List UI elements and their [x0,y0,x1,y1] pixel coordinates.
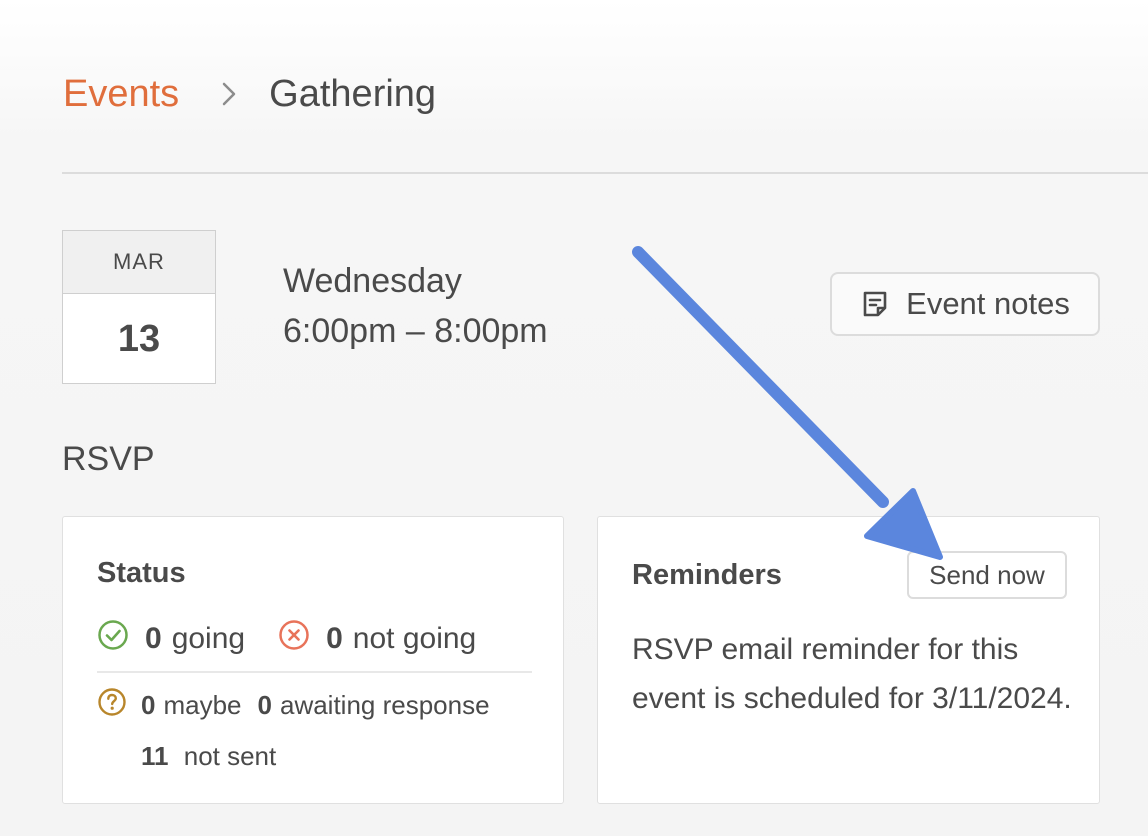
event-time-range: 6:00pm – 8:00pm [283,312,548,350]
event-notes-label: Event notes [906,286,1070,321]
not-sent-stat: 11 not sent [141,741,276,772]
not-going-count: 0 [326,622,343,655]
x-circle-icon [278,619,310,659]
event-notes-button[interactable]: Event notes [830,272,1100,336]
awaiting-label: awaiting response [279,690,490,720]
send-now-button[interactable]: Send now [907,551,1067,599]
not-sent-label: not sent [183,741,277,771]
not-going-stat: 0 not going [278,619,476,659]
maybe-count: 0 [141,690,156,720]
not-sent-count: 11 [141,741,169,771]
status-secondary-row: 0 maybe 0 awaiting response [97,687,490,724]
header-divider [62,172,1148,174]
status-divider [97,671,532,673]
event-weekday: Wednesday [283,262,462,300]
event-month: MAR [63,231,215,294]
status-primary-row: 0 going 0 not going [97,619,476,659]
reminders-title: Reminders [632,559,782,591]
maybe-label: maybe [163,690,242,720]
chevron-right-icon [215,81,243,107]
going-stat: 0 going [97,619,245,659]
rsvp-status-card: Status 0 going 0 not going 0 maybe 0 awa… [62,516,564,804]
status-title: Status [97,557,186,589]
rsvp-reminders-card: Reminders Send now RSVP email reminder f… [597,516,1100,804]
breadcrumb-current: Gathering [269,72,437,115]
breadcrumb: Events Gathering [63,70,436,118]
reminder-message: RSVP email reminder for this event is sc… [632,633,1072,715]
breadcrumb-events-link[interactable]: Events [63,73,179,116]
question-circle-icon [97,687,127,724]
awaiting-count: 0 [257,690,272,720]
not-going-label: not going [352,622,477,655]
event-day: 13 [117,317,161,360]
check-circle-icon [97,619,129,659]
going-label: going [171,622,246,655]
note-icon [860,289,890,319]
event-when: Wednesday 6:00pm – 8:00pm [283,256,548,356]
rsvp-heading: RSVP [62,440,155,478]
going-count: 0 [145,622,162,655]
event-date-badge: MAR 13 [62,230,216,384]
